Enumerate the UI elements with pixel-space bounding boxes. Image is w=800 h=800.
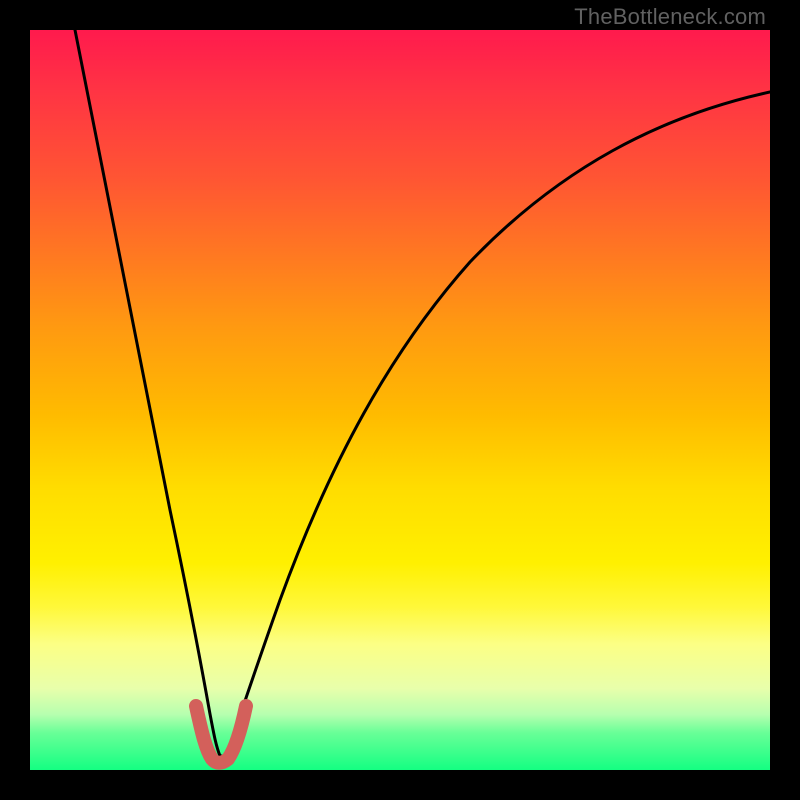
highlight-valley — [196, 706, 246, 763]
watermark-text: TheBottleneck.com — [574, 4, 766, 30]
chart-svg — [30, 30, 770, 770]
plot-area — [30, 30, 770, 770]
bottleneck-curve — [75, 30, 770, 756]
chart-frame: TheBottleneck.com — [0, 0, 800, 800]
